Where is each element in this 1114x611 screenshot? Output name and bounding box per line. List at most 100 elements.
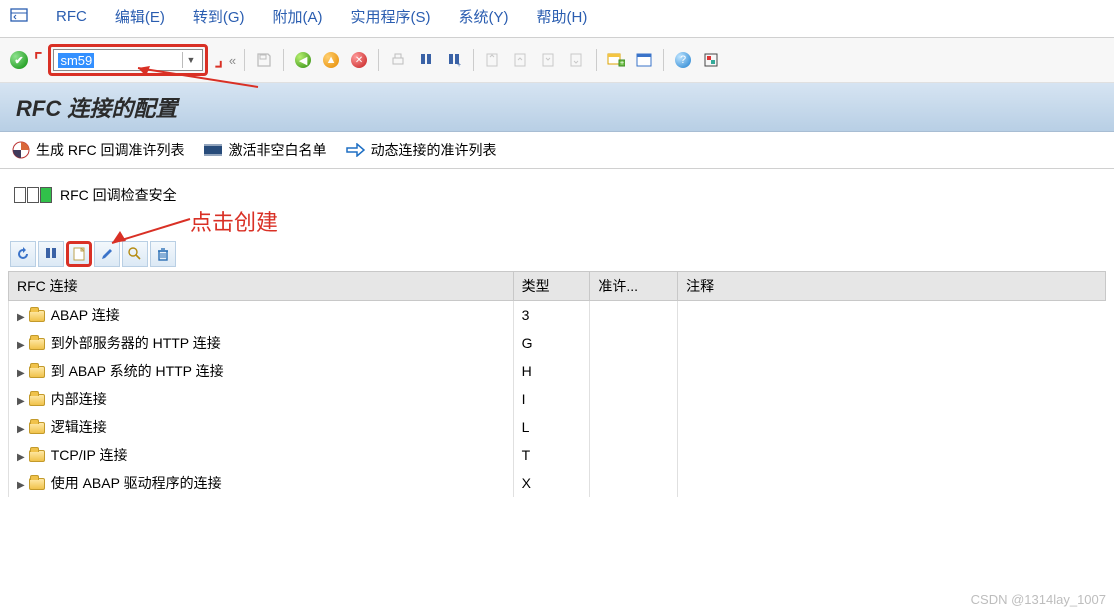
find-next-icon[interactable]: + [443, 49, 465, 71]
folder-icon [29, 422, 45, 434]
menu-edit[interactable]: 编辑(E) [115, 6, 165, 27]
expand-icon[interactable]: ▶ [17, 480, 25, 491]
expand-icon[interactable]: ▶ [17, 452, 25, 463]
dynamic-allowlist-button[interactable]: 动态连接的准许列表 [345, 140, 497, 160]
print-icon[interactable] [387, 49, 409, 71]
menu-goto[interactable]: 转到(G) [193, 6, 245, 27]
separator [663, 49, 664, 71]
menu-extras[interactable]: 附加(A) [273, 6, 323, 27]
anno-corner-tl: ⌜ [34, 50, 42, 71]
command-icon[interactable] [10, 8, 28, 26]
col-rfc[interactable]: RFC 连接 [9, 272, 514, 301]
prev-page-icon[interactable] [510, 49, 532, 71]
row-name: 到外部服务器的 HTTP 连接 [51, 335, 221, 351]
folder-icon [29, 478, 45, 490]
menu-help[interactable]: 帮助(H) [537, 6, 588, 27]
standard-toolbar: ✔ ⌜ sm59 ▼ ⌟ « ◀ ▲ ✕ + + ? [0, 38, 1114, 83]
row-name: 到 ABAP 系统的 HTTP 连接 [51, 363, 224, 379]
row-note [678, 385, 1106, 413]
last-page-icon[interactable] [566, 49, 588, 71]
activate-whitelist-button[interactable]: 激活非空白名单 [203, 140, 327, 160]
tree-row[interactable]: ▶逻辑连接L [9, 413, 1106, 441]
tree-row[interactable]: ▶ 到 ABAP 系统的 HTTP 连接 H [9, 357, 1106, 385]
content-area: RFC 回调检查安全 点击创建 RFC 连接 类型 [0, 169, 1114, 497]
arrow-right-icon [345, 143, 365, 157]
row-name: 内部连接 [51, 391, 107, 407]
expand-icon[interactable]: ▶ [17, 340, 25, 351]
separator [473, 49, 474, 71]
create-button[interactable] [66, 241, 92, 267]
tcode-highlight: sm59 ▼ [48, 44, 208, 76]
row-note [678, 469, 1106, 497]
folder-icon [29, 366, 45, 378]
back-icon[interactable]: ◀ [292, 49, 314, 71]
row-name: 使用 ABAP 驱动程序的连接 [51, 475, 222, 491]
find-button[interactable] [38, 241, 64, 267]
page-title: RFC 连接的配置 [0, 83, 1114, 132]
row-note [678, 301, 1106, 330]
folder-icon [29, 450, 45, 462]
tree-row[interactable]: ▶TCP/IP 连接T [9, 441, 1106, 469]
back-double-icon[interactable]: « [229, 53, 236, 68]
row-note [678, 413, 1106, 441]
refresh-button[interactable] [10, 241, 36, 267]
row-note [678, 441, 1106, 469]
row-note [678, 329, 1106, 357]
folder-icon [29, 310, 45, 322]
menu-system[interactable]: 系统(Y) [459, 6, 509, 27]
generate-allowlist-button[interactable]: 生成 RFC 回调准许列表 [12, 140, 185, 160]
tcode-dropdown-icon[interactable]: ▼ [182, 52, 198, 68]
separator [378, 49, 379, 71]
rfc-tree-table: RFC 连接 类型 准许... 注释 ▶ABAP 连接3▶到外部服务器的 HTT… [8, 271, 1106, 497]
expand-icon[interactable]: ▶ [17, 368, 25, 379]
exit-icon[interactable]: ▲ [320, 49, 342, 71]
new-session-icon[interactable]: + [605, 49, 627, 71]
tree-row[interactable]: ▶使用 ABAP 驱动程序的连接X [9, 469, 1106, 497]
anno-create-label: 点击创建 [190, 205, 278, 237]
layout-icon[interactable] [633, 49, 655, 71]
row-type: G [513, 329, 590, 357]
delete-button[interactable] [150, 241, 176, 267]
separator [283, 49, 284, 71]
tcode-input[interactable]: sm59 ▼ [53, 49, 203, 71]
row-type: I [513, 385, 590, 413]
row-perm [590, 357, 678, 385]
save-icon[interactable] [253, 49, 275, 71]
col-perm[interactable]: 准许... [590, 272, 678, 301]
cancel-icon[interactable]: ✕ [348, 49, 370, 71]
row-perm [590, 413, 678, 441]
separator [596, 49, 597, 71]
row-perm [590, 329, 678, 357]
expand-icon[interactable]: ▶ [17, 396, 25, 407]
row-type: H [513, 357, 590, 385]
settings-icon[interactable] [700, 49, 722, 71]
change-button[interactable] [94, 241, 120, 267]
col-note[interactable]: 注释 [678, 272, 1106, 301]
first-page-icon[interactable] [482, 49, 504, 71]
dynamic-allowlist-label: 动态连接的准许列表 [371, 140, 497, 160]
menu-utilities[interactable]: 实用程序(S) [351, 6, 431, 27]
activate-whitelist-label: 激活非空白名单 [229, 140, 327, 160]
tree-toolbar [8, 237, 1106, 271]
watermark: CSDN @1314lay_1007 [971, 592, 1106, 607]
status-leds-icon [14, 187, 52, 203]
row-type: T [513, 441, 590, 469]
expand-icon[interactable]: ▶ [17, 312, 25, 323]
pie-icon [12, 141, 30, 159]
tree-row[interactable]: ▶ 内部连接 I [9, 385, 1106, 413]
tree-row[interactable]: ▶ 到外部服务器的 HTTP 连接 G [9, 329, 1106, 357]
tree-row[interactable]: ▶ABAP 连接3 [9, 301, 1106, 330]
next-page-icon[interactable] [538, 49, 560, 71]
row-name: ABAP 连接 [51, 307, 120, 323]
col-type[interactable]: 类型 [513, 272, 590, 301]
help-icon[interactable]: ? [672, 49, 694, 71]
separator [244, 49, 245, 71]
row-perm [590, 469, 678, 497]
menu-rfc[interactable]: RFC [56, 8, 87, 25]
find-icon[interactable] [415, 49, 437, 71]
expand-icon[interactable]: ▶ [17, 424, 25, 435]
folder-icon [29, 338, 45, 350]
app-toolbar: 生成 RFC 回调准许列表 激活非空白名单 动态连接的准许列表 [0, 132, 1114, 169]
enter-icon[interactable]: ✔ [10, 51, 28, 69]
search-detail-button[interactable] [122, 241, 148, 267]
